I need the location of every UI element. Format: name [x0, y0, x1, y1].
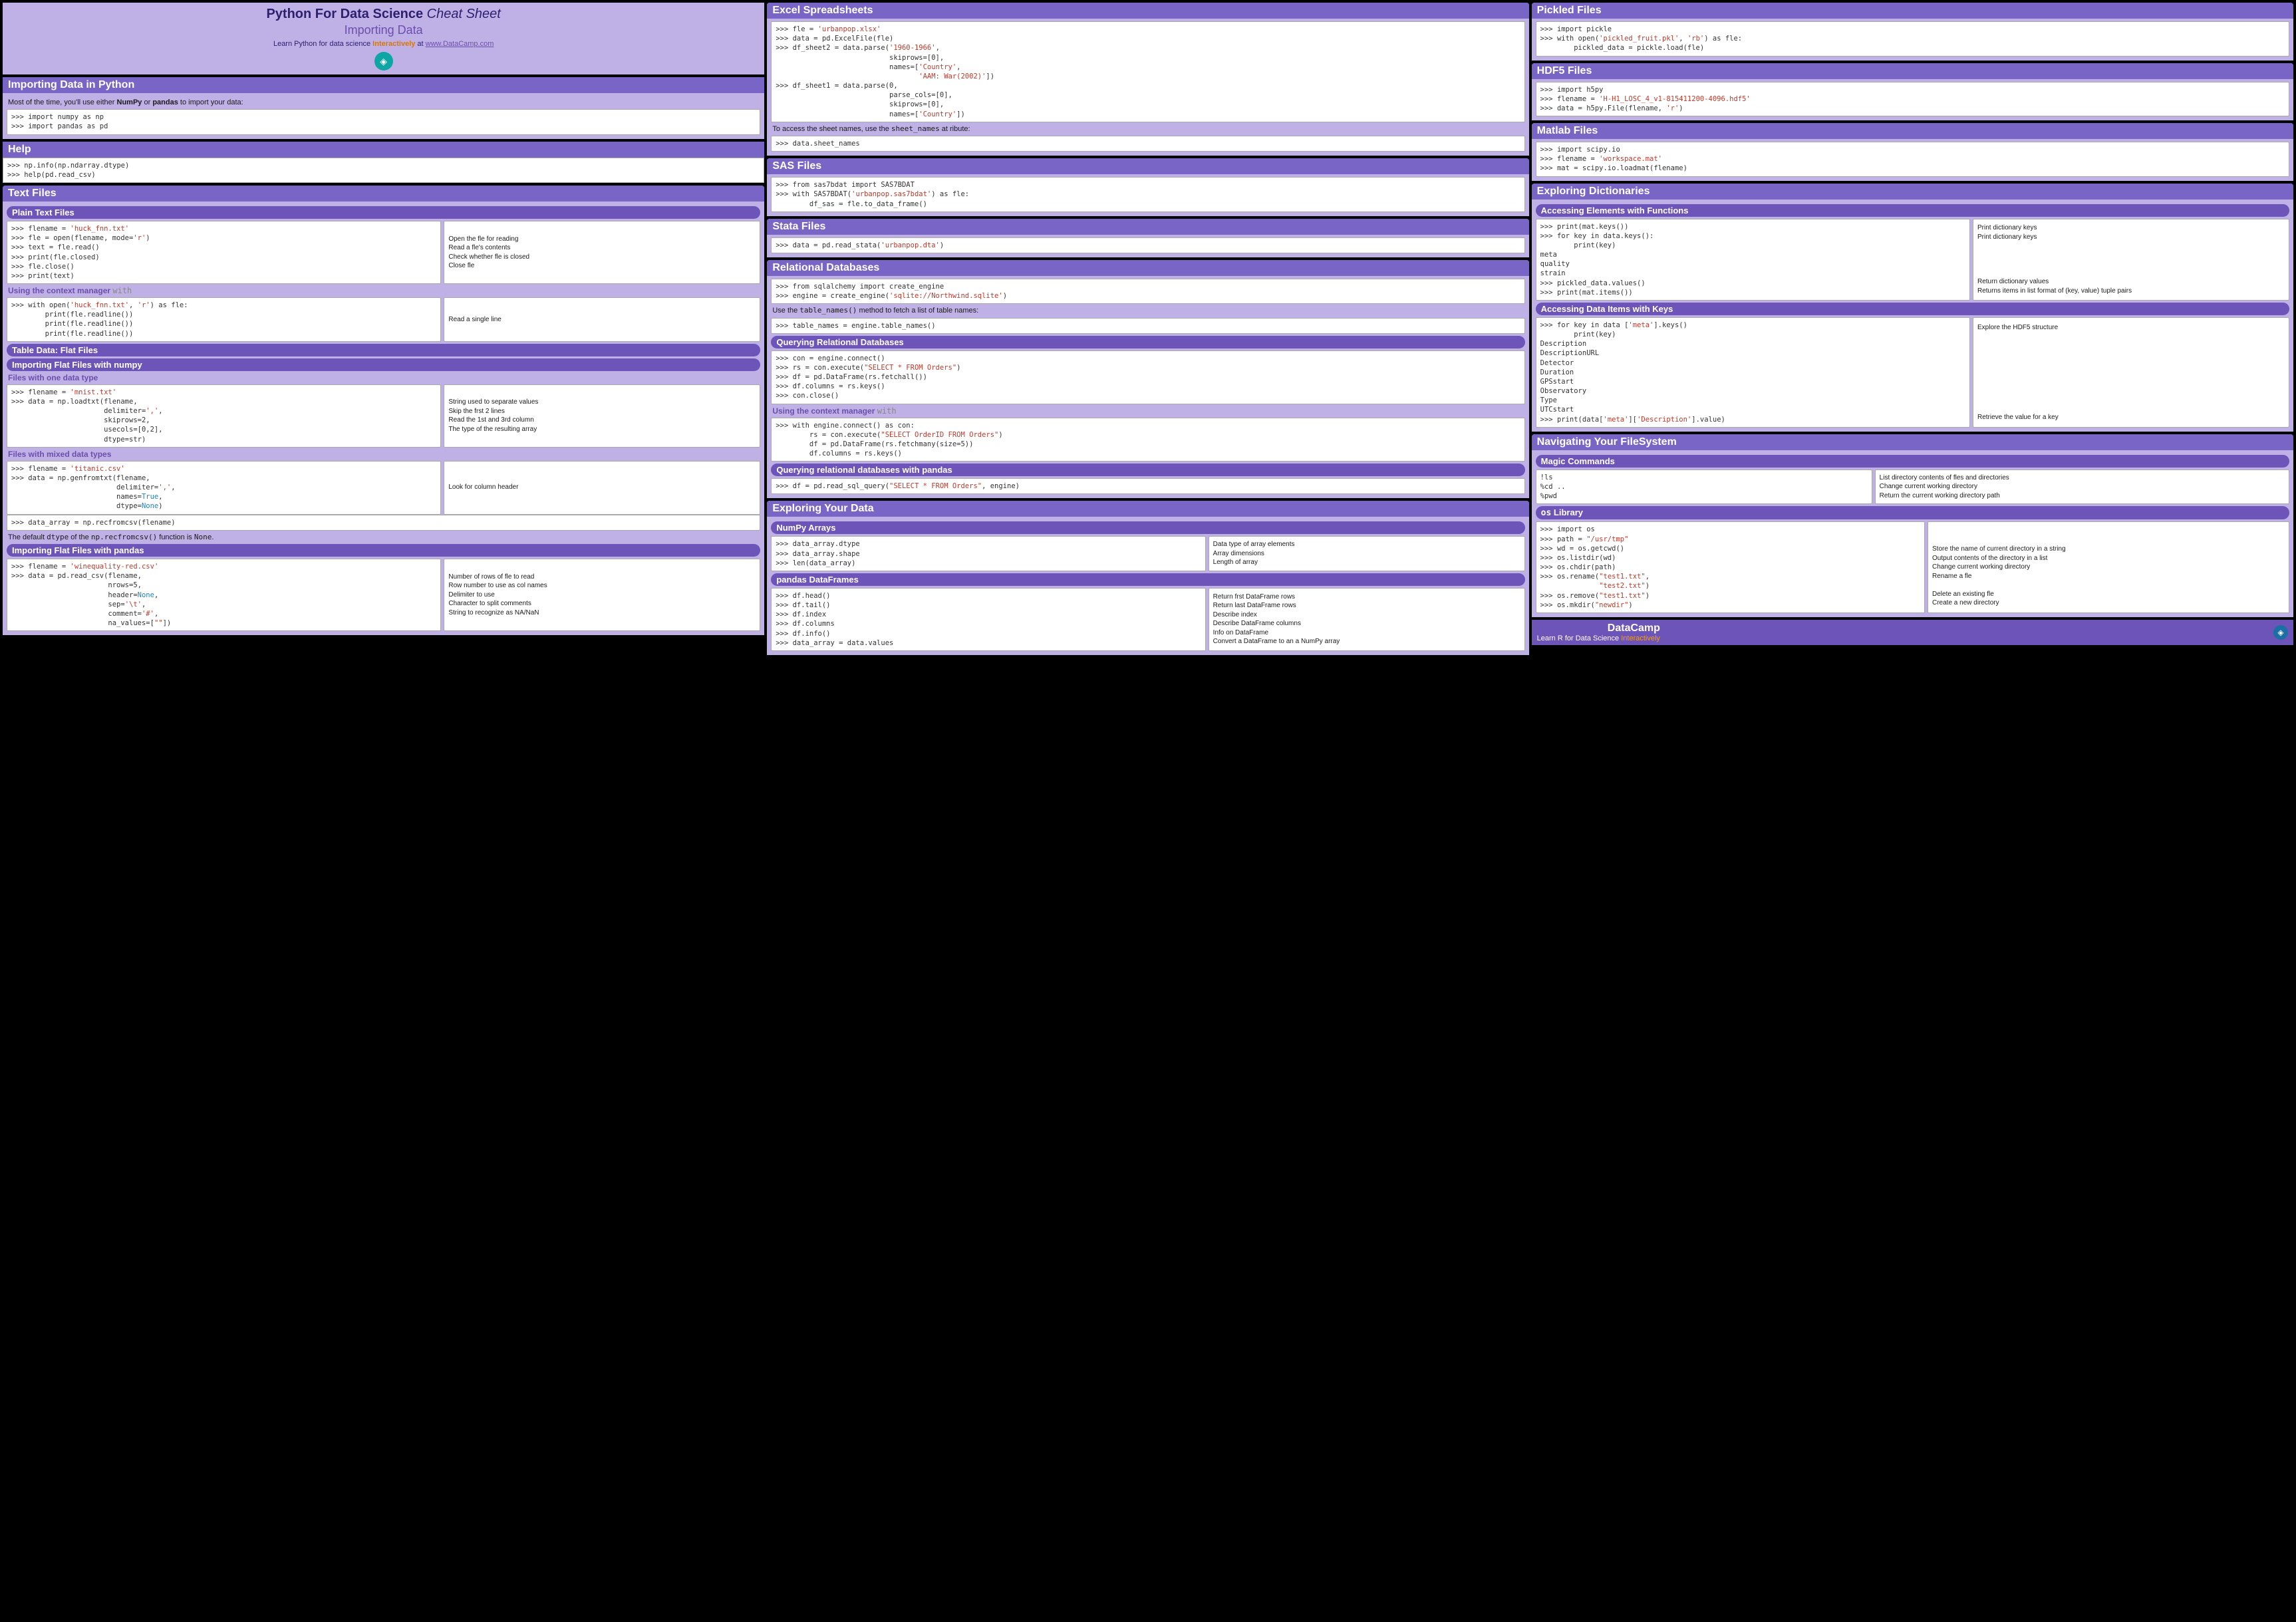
panel-pickle: Pickled Files >>> import pickle >>> with… — [1532, 3, 2293, 61]
code-dict-func: >>> print(mat.keys()) >>> for key in dat… — [1536, 219, 1970, 301]
panel-text-files: Text Files Plain Text Files >>> flename … — [3, 186, 764, 635]
code-sas: >>> from sas7bdat import SAS7BDAT >>> wi… — [771, 177, 1524, 212]
note-recfromcsv: The default dtype of the np.recfromcsv()… — [8, 533, 759, 542]
code-importing: >>> import numpy as np >>> import pandas… — [7, 109, 760, 134]
sub-query-db: Querying Relational Databases — [771, 336, 1524, 348]
header-subtitle: Importing Data — [7, 23, 760, 37]
code-mixed-dtype: >>> flename = 'titanic.csv' >>> data = n… — [7, 461, 441, 515]
code-magic: !ls %cd .. %pwd — [1536, 470, 1872, 505]
panel-title-dict: Exploring Dictionaries — [1532, 184, 2293, 200]
sub-plain-text: Plain Text Files — [7, 206, 760, 219]
sub-flat-numpy: Importing Flat Files with numpy — [7, 358, 760, 371]
panel-title-matlab: Matlab Files — [1532, 123, 2293, 139]
code-ctx-with: >>> with open('huck_fnn.txt', 'r') as fl… — [7, 297, 441, 342]
code-sheet-names: >>> data.sheet_names — [771, 136, 1524, 152]
code-help: >>> np.info(np.ndarray.dtype) >>> help(p… — [3, 158, 764, 183]
header: Python For Data Science Cheat Sheet Impo… — [3, 3, 764, 74]
panel-title-text: Text Files — [3, 186, 764, 202]
footer: DataCamp Learn R for Data Science Intera… — [1532, 620, 2293, 645]
sub-dict-keys: Accessing Data Items with Keys — [1536, 303, 2289, 315]
footer-brand: DataCamp — [1537, 622, 1660, 634]
importing-prose: Most of the time, you'll use either NumP… — [8, 98, 759, 107]
annot-ctx-with: Read a single line — [444, 297, 760, 342]
datacamp-footer-icon: ◈ — [2273, 625, 2288, 640]
panel-dict: Exploring Dictionaries Accessing Element… — [1532, 184, 2293, 432]
code-pandas-df: >>> df.head() >>> df.tail() >>> df.index… — [771, 588, 1205, 651]
panel-sas: SAS Files >>> from sas7bdat import SAS7B… — [767, 158, 1528, 216]
annot-mixed-dtype: Look for column header — [444, 461, 760, 515]
panel-title-stata: Stata Files — [767, 219, 1528, 235]
code-ctx-db: >>> with engine.connect() as con: rs = c… — [771, 418, 1524, 462]
annot-numpy-arrays: Data type of array elements Array dimens… — [1209, 536, 1525, 571]
sub-flat-pandas: Importing Flat Files with pandas — [7, 544, 760, 557]
code-os-lib: >>> import os >>> path = "/usr/tmp" >>> … — [1536, 521, 1925, 613]
code-plain-text: >>> flename = 'huck_fnn.txt' >>> fle = o… — [7, 221, 441, 284]
sub-numpy-arrays: NumPy Arrays — [771, 521, 1524, 534]
panel-stata: Stata Files >>> data = pd.read_stata('ur… — [767, 219, 1528, 257]
panel-title-excel: Excel Spreadsheets — [767, 3, 1528, 19]
panel-importing: Importing Data in Python Most of the tim… — [3, 77, 764, 139]
header-title-a: Python For Data Science — [266, 7, 423, 21]
label-mixed-dtype: Files with mixed data types — [8, 450, 759, 459]
sub-pandas-df: pandas DataFrames — [771, 573, 1524, 586]
panel-title-explore: Exploring Your Data — [767, 501, 1528, 517]
label-ctx-db: Using the context manager with — [772, 406, 1523, 416]
panel-title-relational: Relational Databases — [767, 260, 1528, 276]
annot-plain-text: Open the fle for reading Read a fle's co… — [444, 221, 760, 284]
code-query-db: >>> con = engine.connect() >>> rs = con.… — [771, 350, 1524, 404]
annot-dict-func: Print dictionary keys Print dictionary k… — [1973, 219, 2289, 301]
code-matlab: >>> import scipy.io >>> flename = 'works… — [1536, 142, 2289, 177]
panel-title-hdf5: HDF5 Files — [1532, 63, 2293, 79]
panel-matlab: Matlab Files >>> import scipy.io >>> fle… — [1532, 123, 2293, 181]
panel-help: Help >>> np.info(np.ndarray.dtype) >>> h… — [3, 142, 764, 183]
code-excel: >>> fle = 'urbanpop.xlsx' >>> data = pd.… — [771, 21, 1524, 122]
panel-relational: Relational Databases >>> from sqlalchemy… — [767, 260, 1528, 499]
panel-explore: Exploring Your Data NumPy Arrays >>> dat… — [767, 501, 1528, 655]
annot-os-lib: Store the name of current directory in a… — [1928, 521, 2289, 613]
datacamp-logo-icon: ◈ — [374, 52, 393, 70]
annot-magic: List directory contents of fles and dire… — [1875, 470, 2289, 505]
sub-query-pandas: Querying relational databases with panda… — [771, 464, 1524, 476]
code-flat-pandas: >>> flename = 'winequality-red.csv' >>> … — [7, 559, 441, 631]
label-one-dtype: Files with one data type — [8, 373, 759, 382]
panel-title-filesystem: Navigating Your FileSystem — [1532, 434, 2293, 450]
code-recfromcsv: >>> data_array = np.recfromcsv(flename) — [7, 515, 760, 531]
code-one-dtype: >>> flename = 'mnist.txt' >>> data = np.… — [7, 384, 441, 448]
code-engine: >>> from sqlalchemy import create_engine… — [771, 279, 1524, 304]
code-query-pandas: >>> df = pd.read_sql_query("SELECT * FRO… — [771, 478, 1524, 494]
panel-title-help: Help — [3, 142, 764, 158]
annot-one-dtype: String used to separate values Skip the … — [444, 384, 760, 448]
panel-title-importing: Importing Data in Python — [3, 77, 764, 93]
header-url[interactable]: www.DataCamp.com — [426, 40, 494, 48]
annot-flat-pandas: Number of rows of fle to read Row number… — [444, 559, 760, 631]
code-hdf5: >>> import h5py >>> flename = 'H-H1_LOSC… — [1536, 82, 2289, 117]
sub-flat-files: Table Data: Flat Files — [7, 344, 760, 356]
header-title-b: Cheat Sheet — [427, 7, 501, 21]
note-excel: To access the sheet names, use the sheet… — [772, 124, 1523, 134]
panel-title-pickle: Pickled Files — [1532, 3, 2293, 19]
code-numpy-arrays: >>> data_array.dtype >>> data_array.shap… — [771, 536, 1205, 571]
panel-filesystem: Navigating Your FileSystem Magic Command… — [1532, 434, 2293, 617]
code-stata: >>> data = pd.read_stata('urbanpop.dta') — [771, 237, 1524, 253]
panel-excel: Excel Spreadsheets >>> fle = 'urbanpop.x… — [767, 3, 1528, 156]
sub-dict-func: Accessing Elements with Functions — [1536, 204, 2289, 217]
sub-os-lib: os Library — [1536, 506, 2289, 519]
note-table-names: Use the table_names() method to fetch a … — [772, 306, 1523, 315]
code-table-names: >>> table_names = engine.table_names() — [771, 318, 1524, 334]
header-tagline: Learn Python for data science Interactiv… — [7, 40, 760, 48]
panel-title-sas: SAS Files — [767, 158, 1528, 174]
annot-dict-keys: Explore the HDF5 structure Retrieve the … — [1973, 317, 2289, 428]
annot-pandas-df: Return frst DataFrame rows Return last D… — [1209, 588, 1525, 651]
label-ctx-with: Using the context manager with — [8, 286, 759, 295]
sub-magic: Magic Commands — [1536, 455, 2289, 468]
code-pickle: >>> import pickle >>> with open('pickled… — [1536, 21, 2289, 57]
footer-tag: Learn R for Data Science Interactively — [1537, 634, 1660, 642]
code-dict-keys: >>> for key in data ['meta'].keys() prin… — [1536, 317, 1970, 428]
panel-hdf5: HDF5 Files >>> import h5py >>> flename =… — [1532, 63, 2293, 121]
